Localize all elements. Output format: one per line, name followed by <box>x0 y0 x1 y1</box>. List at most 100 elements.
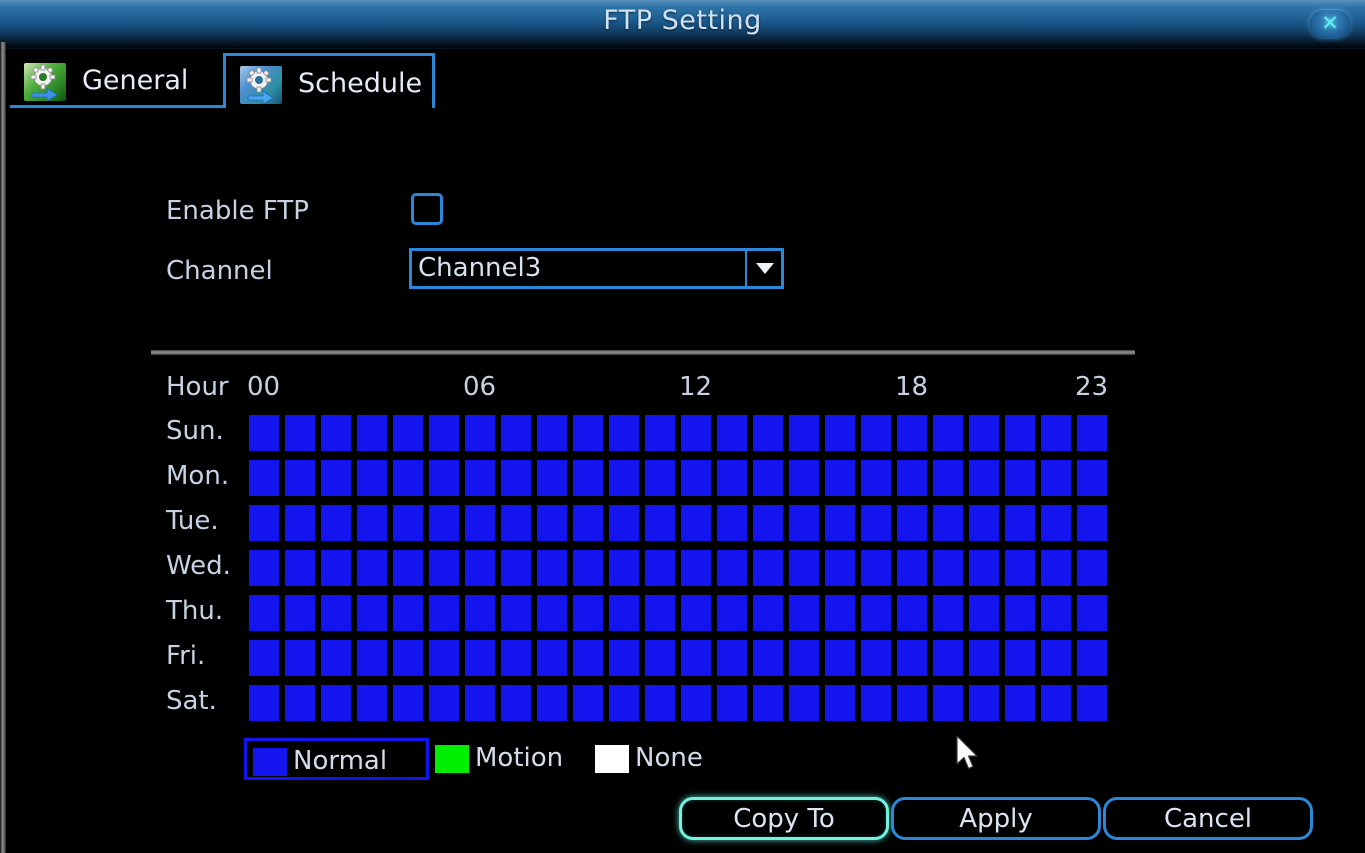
schedule-cell[interactable] <box>537 550 567 586</box>
schedule-cell[interactable] <box>429 505 459 541</box>
schedule-cell[interactable] <box>393 550 423 586</box>
schedule-cell[interactable] <box>321 685 351 721</box>
schedule-cell[interactable] <box>1005 460 1035 496</box>
schedule-cell[interactable] <box>609 550 639 586</box>
schedule-cell[interactable] <box>609 685 639 721</box>
schedule-cell[interactable] <box>285 415 315 451</box>
schedule-cell[interactable] <box>501 685 531 721</box>
schedule-cell[interactable] <box>825 415 855 451</box>
schedule-cell[interactable] <box>681 595 711 631</box>
schedule-cell[interactable] <box>285 640 315 676</box>
schedule-cell[interactable] <box>393 505 423 541</box>
schedule-cell[interactable] <box>933 685 963 721</box>
schedule-cell[interactable] <box>537 595 567 631</box>
schedule-cell[interactable] <box>285 550 315 586</box>
schedule-cell[interactable] <box>789 415 819 451</box>
schedule-cell[interactable] <box>465 415 495 451</box>
schedule-cell[interactable] <box>645 415 675 451</box>
schedule-cell[interactable] <box>1041 460 1071 496</box>
schedule-cell[interactable] <box>933 550 963 586</box>
schedule-cell[interactable] <box>429 415 459 451</box>
schedule-cell[interactable] <box>1041 415 1071 451</box>
schedule-cell[interactable] <box>1005 685 1035 721</box>
schedule-cell[interactable] <box>321 415 351 451</box>
schedule-cell[interactable] <box>573 550 603 586</box>
schedule-cell[interactable] <box>1005 505 1035 541</box>
schedule-cell[interactable] <box>465 685 495 721</box>
schedule-cell[interactable] <box>501 595 531 631</box>
schedule-cell[interactable] <box>789 595 819 631</box>
schedule-cell[interactable] <box>393 685 423 721</box>
schedule-cell[interactable] <box>933 595 963 631</box>
schedule-cell[interactable] <box>753 595 783 631</box>
schedule-cell[interactable] <box>1077 550 1107 586</box>
schedule-cell[interactable] <box>393 415 423 451</box>
schedule-cell[interactable] <box>717 505 747 541</box>
schedule-cell[interactable] <box>645 460 675 496</box>
schedule-cell[interactable] <box>249 685 279 721</box>
schedule-cell[interactable] <box>357 415 387 451</box>
schedule-cell[interactable] <box>1005 550 1035 586</box>
schedule-cell[interactable] <box>645 550 675 586</box>
schedule-cell[interactable] <box>501 550 531 586</box>
tab-general[interactable]: General <box>10 53 223 108</box>
schedule-cell[interactable] <box>249 640 279 676</box>
schedule-cell[interactable] <box>465 505 495 541</box>
schedule-cell[interactable] <box>717 595 747 631</box>
schedule-cell[interactable] <box>357 460 387 496</box>
schedule-cell[interactable] <box>861 460 891 496</box>
schedule-cell[interactable] <box>465 550 495 586</box>
schedule-cell[interactable] <box>645 640 675 676</box>
schedule-cell[interactable] <box>645 505 675 541</box>
schedule-cell[interactable] <box>609 595 639 631</box>
cancel-button[interactable]: Cancel <box>1103 797 1313 840</box>
schedule-cell[interactable] <box>825 685 855 721</box>
schedule-cell[interactable] <box>933 505 963 541</box>
schedule-cell[interactable] <box>573 415 603 451</box>
schedule-cell[interactable] <box>465 595 495 631</box>
schedule-cell[interactable] <box>969 685 999 721</box>
schedule-cell[interactable] <box>285 460 315 496</box>
schedule-cell[interactable] <box>753 460 783 496</box>
schedule-cell[interactable] <box>753 640 783 676</box>
schedule-cell[interactable] <box>1077 505 1107 541</box>
schedule-cell[interactable] <box>537 505 567 541</box>
schedule-cell[interactable] <box>321 595 351 631</box>
schedule-cell[interactable] <box>681 685 711 721</box>
tab-schedule[interactable]: Schedule <box>223 53 435 108</box>
schedule-cell[interactable] <box>249 460 279 496</box>
schedule-cell[interactable] <box>573 595 603 631</box>
schedule-cell[interactable] <box>789 640 819 676</box>
schedule-cell[interactable] <box>1041 595 1071 631</box>
schedule-cell[interactable] <box>357 685 387 721</box>
schedule-cell[interactable] <box>717 640 747 676</box>
schedule-cell[interactable] <box>753 505 783 541</box>
schedule-cell[interactable] <box>429 595 459 631</box>
schedule-cell[interactable] <box>249 415 279 451</box>
schedule-cell[interactable] <box>537 640 567 676</box>
schedule-cell[interactable] <box>969 460 999 496</box>
schedule-cell[interactable] <box>501 460 531 496</box>
schedule-cell[interactable] <box>537 415 567 451</box>
schedule-cell[interactable] <box>1005 640 1035 676</box>
schedule-cell[interactable] <box>681 640 711 676</box>
schedule-cell[interactable] <box>1077 460 1107 496</box>
schedule-cell[interactable] <box>465 640 495 676</box>
schedule-cell[interactable] <box>645 595 675 631</box>
schedule-cell[interactable] <box>969 595 999 631</box>
schedule-cell[interactable] <box>1077 415 1107 451</box>
schedule-cell[interactable] <box>825 460 855 496</box>
schedule-cell[interactable] <box>573 505 603 541</box>
schedule-cell[interactable] <box>861 415 891 451</box>
apply-button[interactable]: Apply <box>891 797 1101 840</box>
schedule-cell[interactable] <box>1041 550 1071 586</box>
schedule-cell[interactable] <box>1041 640 1071 676</box>
schedule-cell[interactable] <box>357 595 387 631</box>
schedule-cell[interactable] <box>393 595 423 631</box>
schedule-cell[interactable] <box>1041 685 1071 721</box>
schedule-cell[interactable] <box>681 415 711 451</box>
copy-to-button[interactable]: Copy To <box>679 797 889 840</box>
schedule-cell[interactable] <box>465 460 495 496</box>
schedule-cell[interactable] <box>717 415 747 451</box>
schedule-cell[interactable] <box>789 460 819 496</box>
